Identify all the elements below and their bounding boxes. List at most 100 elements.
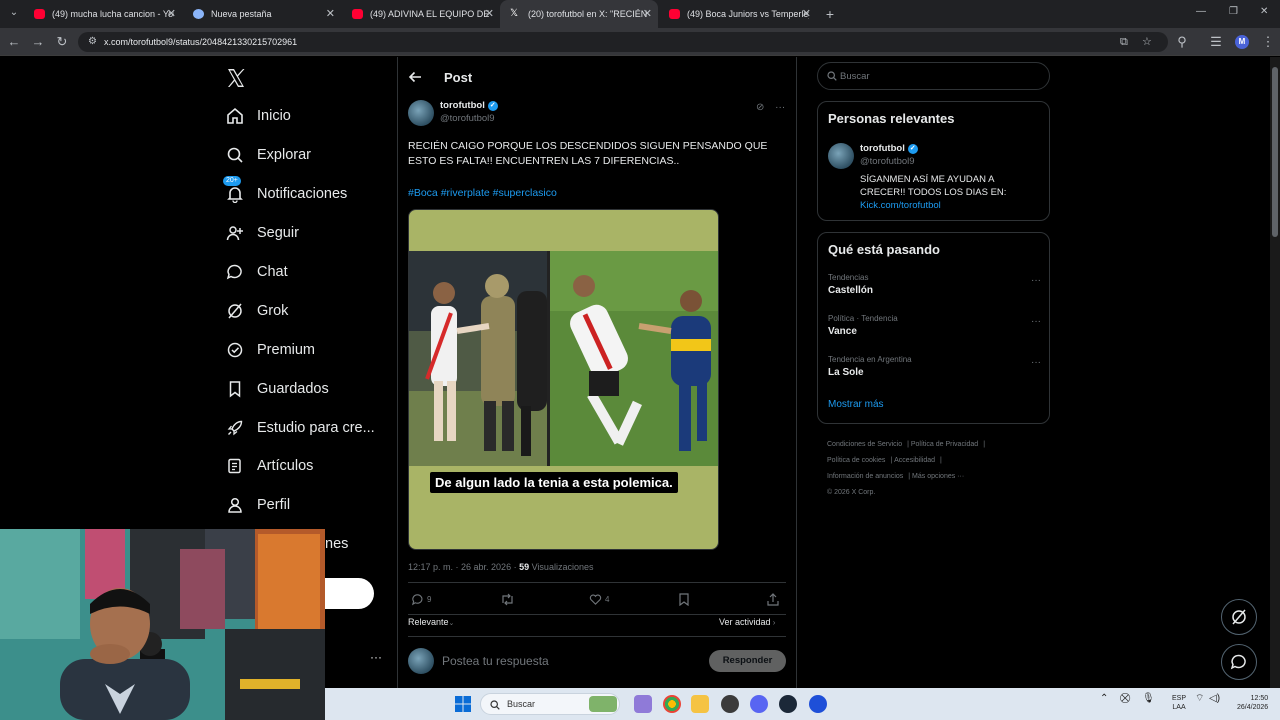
reload-icon[interactable]: ↻ [54,34,70,50]
nav-item-articulos[interactable]: Artículos [222,451,313,481]
minimize-icon[interactable]: — [1196,6,1206,17]
author-name[interactable]: torofutbol [440,100,485,111]
post-hashtags[interactable]: #Boca #riverplate #superclasico [408,187,557,199]
nav-item-notificaciones[interactable]: 20+ Notificaciones [222,176,347,209]
author-avatar[interactable] [408,100,434,126]
microphone-icon[interactable]: 🎙 [1142,694,1155,704]
back-arrow-icon[interactable] [408,70,422,84]
footer-link[interactable]: Condiciones de Servicio [827,441,902,448]
close-tab-icon[interactable]: ✕ [167,0,176,28]
nav-item-premium[interactable]: Premium [222,335,315,365]
wifi-icon[interactable]: ⌔ [1195,694,1204,704]
more-options-icon[interactable]: ··· [1031,316,1041,327]
browser-menu-icon[interactable]: ⋮ [1260,34,1276,50]
browser-tab[interactable]: Nueva pestaña ✕ [183,0,341,28]
nav-item-partial[interactable]: nes [325,536,348,552]
repost-button[interactable] [500,593,518,606]
chrome-icon[interactable] [663,695,681,713]
bookmark-button[interactable] [678,593,693,606]
more-options-icon[interactable]: ··· [1031,357,1041,368]
close-tab-icon[interactable]: ✕ [326,0,335,28]
post-author[interactable]: torofutbol ✓ @torofutbol9 [408,100,498,126]
footer-link[interactable]: Política de Privacidad [911,441,978,448]
author-handle[interactable]: @torofutbol9 [440,113,498,124]
network-icon[interactable]: ⛒ [1120,694,1130,704]
show-more-link[interactable]: Mostrar más [828,399,884,410]
windows-start-icon[interactable] [455,696,471,712]
reply-input[interactable]: Postea tu respuesta [442,654,549,668]
footer-link[interactable]: Política de cookies [827,457,885,464]
footer-link[interactable]: Más opciones ··· [912,473,964,480]
grok-fab[interactable] [1221,599,1257,635]
back-icon[interactable]: ← [6,34,22,50]
app-icon[interactable] [721,695,739,713]
footer-link[interactable]: Accesibilidad [894,457,935,464]
bookmark-star-icon[interactable]: ☆ [1142,36,1152,48]
close-tab-icon[interactable]: ✕ [643,0,652,28]
browser-tab[interactable]: (49) Boca Juniors vs Temperley ✕ [659,0,817,28]
nav-item-explorar[interactable]: Explorar [222,140,311,170]
file-explorer-icon[interactable] [691,695,709,713]
relevant-user[interactable]: torofutbol ✓ @torofutbol9 [828,143,918,169]
extensions-icon[interactable]: ⚲ [1174,34,1190,50]
like-button[interactable]: 4 [589,593,609,606]
reading-list-icon[interactable]: ☰ [1208,34,1224,50]
own-avatar[interactable] [408,648,434,674]
page-scrollbar[interactable] [1270,57,1280,688]
ea-app-icon[interactable] [809,695,827,713]
forward-icon[interactable]: → [30,34,46,50]
view-activity-link[interactable]: Ver actividad › [719,617,775,627]
post-button[interactable] [325,578,374,609]
account-menu-icon[interactable]: ··· [370,650,382,664]
install-app-icon[interactable]: ⧉ [1120,36,1128,48]
teams-icon[interactable] [634,695,652,713]
trend-item[interactable]: Tendencia en Argentina La Sole ··· [828,355,1041,378]
scrollbar-thumb[interactable] [1272,67,1278,237]
nav-item-inicio[interactable]: Inicio [222,101,291,131]
site-info-icon[interactable]: ⚙ [88,36,100,48]
relevant-user-handle[interactable]: @torofutbol9 [860,156,918,167]
browser-tab-active[interactable]: 𝕏 (20) torofutbol en X: "RECIÉN C ✕ [500,0,658,28]
trend-item[interactable]: Política · Tendencia Vance ··· [828,314,1041,337]
search-input[interactable]: Buscar [817,62,1050,90]
grok-explain-icon[interactable]: ⊘ [756,102,764,113]
discord-icon[interactable] [750,695,768,713]
browser-tab[interactable]: (49) mucha lucha cancion - You ✕ [24,0,182,28]
chevron-up-icon[interactable]: ⌃ [1100,694,1108,704]
clock[interactable]: 12:50 26/4/2026 [1237,694,1268,712]
messages-fab[interactable] [1221,644,1257,680]
restore-icon[interactable]: ❐ [1229,6,1238,17]
taskbar-search[interactable]: Buscar [480,693,620,715]
close-tab-icon[interactable]: ✕ [485,0,494,28]
x-logo-icon[interactable] [224,66,248,90]
more-options-icon[interactable]: ··· [1031,275,1041,286]
nav-item-perfil[interactable]: Perfil [222,490,290,520]
relevant-user-avatar[interactable] [828,143,854,169]
post-media-image[interactable]: De algun lado la tenia a esta polemica. [408,209,719,550]
more-options-icon[interactable]: ··· [775,102,785,113]
browser-tab[interactable]: (49) ADIVINA EL EQUIPO DE FU ✕ [342,0,500,28]
reply-sort-dropdown[interactable]: Relevante⌄ [408,617,454,627]
post-timestamp[interactable]: 12:17 p. m. · 26 abr. 2026 · [408,562,519,572]
trend-item[interactable]: Tendencias Castellón ··· [828,273,1041,296]
tab-search-menu-icon[interactable]: ⌄ [6,5,22,21]
nav-item-guardados[interactable]: Guardados [222,374,329,404]
language-indicator[interactable]: ESP LAA [1172,694,1186,712]
footer-link[interactable]: Información de anuncios [827,473,903,480]
close-tab-icon[interactable]: ✕ [802,0,811,28]
volume-icon[interactable]: ◁) [1209,694,1220,704]
new-tab-icon[interactable]: + [822,5,838,23]
close-window-icon[interactable]: ✕ [1260,6,1268,17]
nav-item-estudio[interactable]: Estudio para cre... [222,413,375,443]
address-bar[interactable]: ⚙ x.com/torofutbol9/status/2048421330215… [78,32,1168,52]
relevant-user-name[interactable]: torofutbol [860,143,905,154]
bio-link[interactable]: Kick.com/torofutbol [860,200,941,211]
steam-icon[interactable] [779,695,797,713]
reply-submit-button[interactable]: Responder [709,650,786,672]
nav-item-seguir[interactable]: Seguir [222,218,299,248]
profile-avatar[interactable]: M [1235,35,1249,49]
nav-item-grok[interactable]: Grok [222,296,288,326]
share-button[interactable] [767,593,782,606]
reply-button[interactable]: 9 [411,593,431,606]
nav-item-chat[interactable]: Chat [222,257,288,287]
